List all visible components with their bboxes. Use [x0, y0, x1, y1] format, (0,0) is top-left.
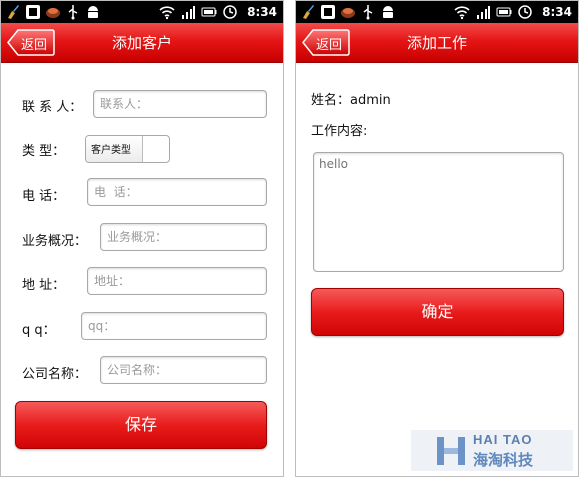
- status-icons-left: [5, 3, 101, 21]
- title-bar: 返回 添加客户: [1, 23, 283, 63]
- work-content-label: 工作内容:: [311, 124, 368, 139]
- title-bar: 返回 添加工作: [296, 23, 578, 63]
- screenshot-stage: 8:34 返回 添加客户 联 系 人： 类 型： 客户类型 电 话：: [0, 0, 579, 477]
- company-name-input[interactable]: [100, 356, 267, 384]
- alarm-icon: [223, 5, 237, 19]
- address-label: 地 址：: [22, 278, 66, 293]
- app-badge-icon: [341, 8, 355, 18]
- customer-type-spinner[interactable]: 客户类型: [85, 135, 170, 163]
- haitao-logo-icon: [437, 437, 465, 465]
- wifi-icon: [454, 6, 470, 20]
- haitao-watermark: HAI TAO 海淘科技: [411, 430, 573, 471]
- watermark-brand-chinese: 海淘科技: [473, 451, 534, 469]
- android-icon: [88, 6, 98, 18]
- address-input[interactable]: [87, 267, 267, 295]
- spinner-selected-value: 客户类型: [91, 145, 131, 156]
- save-button[interactable]: 保存: [15, 401, 267, 449]
- usb-debug-icon: [321, 5, 335, 19]
- signal-icon: [477, 6, 491, 19]
- battery-icon: [496, 7, 512, 17]
- status-bar: 8:34: [1, 1, 283, 23]
- business-overview-label: 业务概况：: [22, 234, 88, 249]
- type-label: 类 型：: [22, 144, 66, 159]
- usb-icon: [363, 5, 373, 20]
- phone-label: 电 话：: [22, 189, 66, 204]
- wifi-icon: [159, 6, 175, 20]
- work-content-textarea[interactable]: [313, 152, 564, 272]
- status-time: 8:34: [247, 5, 277, 19]
- page-title: 添加客户: [111, 34, 172, 52]
- watermark-brand-latin: HAI TAO: [473, 432, 533, 447]
- qq-label: q q：: [22, 323, 56, 338]
- broom-icon: [8, 5, 19, 19]
- status-icons-right: 8:34: [454, 3, 572, 21]
- user-name-text: 姓名：admin: [311, 93, 391, 108]
- confirm-button[interactable]: 确定: [311, 288, 564, 336]
- signal-icon: [182, 6, 196, 19]
- broom-icon: [303, 5, 314, 19]
- battery-icon: [201, 7, 217, 17]
- android-icon: [383, 6, 393, 18]
- status-time: 8:34: [542, 5, 572, 19]
- app-badge-icon: [46, 8, 60, 18]
- usb-icon: [68, 5, 78, 20]
- contact-label: 联 系 人：: [22, 100, 83, 115]
- status-bar: 8:34: [296, 1, 578, 23]
- spinner-face: 客户类型: [86, 136, 143, 162]
- qq-input[interactable]: [81, 312, 267, 340]
- alarm-icon: [518, 5, 532, 19]
- contact-input[interactable]: [93, 90, 267, 118]
- company-name-label: 公司名称：: [22, 367, 88, 382]
- add-work-screen: 8:34 返回 添加工作 姓名：admin 工作内容: 确定: [295, 0, 579, 477]
- business-overview-input[interactable]: [100, 223, 267, 251]
- page-title: 添加工作: [406, 34, 467, 52]
- status-icons-left: [300, 3, 396, 21]
- phone-input[interactable]: [87, 178, 267, 206]
- status-icons-right: 8:34: [159, 3, 277, 21]
- usb-debug-icon: [26, 5, 40, 19]
- add-customer-screen: 8:34 返回 添加客户 联 系 人： 类 型： 客户类型 电 话：: [0, 0, 284, 477]
